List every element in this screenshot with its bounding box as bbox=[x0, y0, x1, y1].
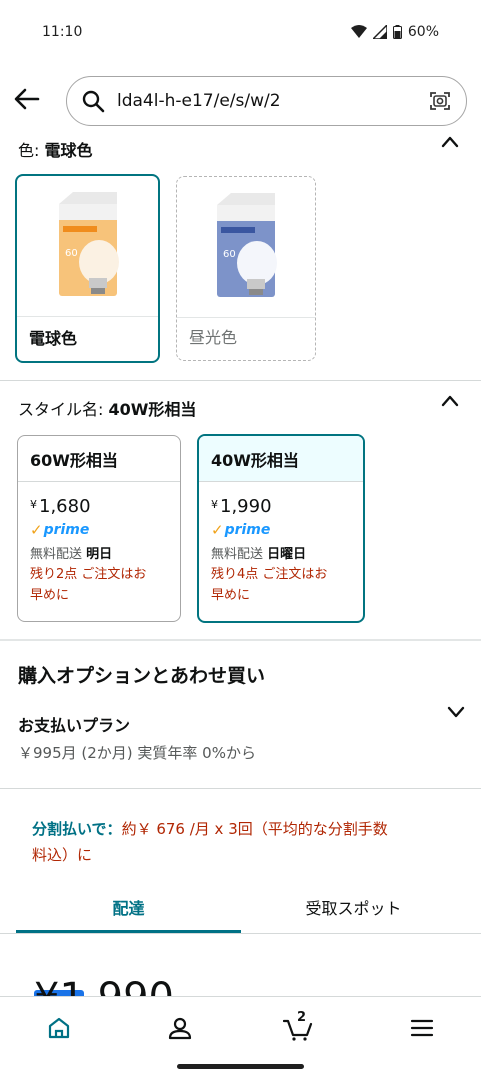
style-option-title: 40W形相当 bbox=[199, 436, 363, 482]
menu-icon bbox=[410, 1019, 434, 1037]
account-icon bbox=[168, 1017, 192, 1040]
stock-warning: 残り4点 ご注文はお 早めに bbox=[211, 564, 351, 606]
section-divider bbox=[0, 788, 481, 789]
payment-plan-title[interactable]: お支払いプラン bbox=[18, 712, 130, 736]
bulb-box-warm-image: 60 bbox=[58, 192, 119, 296]
stock-line-2: 早めに bbox=[211, 588, 251, 603]
home-icon bbox=[48, 1017, 70, 1039]
color-swatch-label: 昼光色 bbox=[189, 328, 238, 347]
status-bar: 11:10 60% bbox=[0, 0, 481, 64]
shipping-info: 無料配送 明日 bbox=[30, 543, 168, 562]
signal-icon bbox=[372, 25, 387, 39]
price-value: 1,990 bbox=[220, 496, 272, 517]
prime-badge: ✓ prime bbox=[30, 521, 168, 539]
nav-account[interactable] bbox=[165, 1013, 195, 1043]
shipping-label: 無料配送 bbox=[30, 547, 83, 562]
cart-count-badge: 2 bbox=[297, 1010, 307, 1025]
prime-label: prime bbox=[43, 522, 90, 538]
price-value: 1,680 bbox=[39, 496, 91, 517]
back-button[interactable] bbox=[12, 84, 42, 114]
search-box[interactable] bbox=[66, 76, 467, 126]
expand-payment-plan-chevron-down-icon[interactable] bbox=[446, 702, 466, 722]
style-option-price: ¥1,680 bbox=[30, 496, 168, 517]
battery-percent: 60% bbox=[407, 24, 439, 40]
shipping-day: 明日 bbox=[86, 547, 113, 562]
stock-line-1: 残り4点 ご注文はお bbox=[211, 567, 328, 582]
wifi-icon bbox=[350, 25, 367, 38]
back-arrow-icon bbox=[14, 88, 40, 110]
section-divider bbox=[0, 380, 481, 381]
bottom-navigation bbox=[0, 996, 481, 1056]
style-option-title: 60W形相当 bbox=[18, 436, 180, 482]
nav-menu[interactable] bbox=[407, 1013, 437, 1043]
color-swatch-label: 電球色 bbox=[29, 329, 78, 348]
section-divider bbox=[0, 639, 481, 641]
color-label-prefix: 色: bbox=[18, 141, 40, 160]
tab-pickup-spot[interactable]: 受取スポット bbox=[241, 882, 466, 932]
prime-badge: ✓ prime bbox=[211, 521, 351, 539]
bulb-box-daylight-image: 60 bbox=[217, 193, 277, 297]
status-time: 11:10 bbox=[42, 24, 83, 40]
purchase-options-heading: 購入オプションとあわせ買い bbox=[18, 665, 266, 687]
style-selected-value: 40W形相当 bbox=[108, 400, 197, 419]
search-icon bbox=[82, 90, 105, 113]
delivery-tabs: 配達 受取スポット bbox=[0, 882, 481, 934]
battery-icon bbox=[392, 25, 402, 39]
buybox-price: ¥1,990 bbox=[34, 975, 174, 998]
status-icons: 60% bbox=[350, 24, 439, 40]
currency-symbol: ¥ bbox=[30, 498, 37, 511]
shipping-label: 無料配送 bbox=[211, 547, 264, 562]
currency-symbol: ¥ bbox=[211, 498, 218, 511]
search-header bbox=[0, 72, 481, 130]
color-label: 色: 電球色 bbox=[18, 137, 93, 161]
installment-detail-2: 料込）に bbox=[32, 846, 93, 864]
installment-detail-1: 約￥ 676 /月 x 3回（平均的な分割手数 bbox=[121, 820, 388, 838]
stock-warning: 残り2点 ご注文はお 早めに bbox=[30, 564, 168, 606]
shipping-day: 日曜日 bbox=[267, 547, 307, 562]
prime-check-icon: ✓ bbox=[211, 521, 224, 539]
prime-label: prime bbox=[224, 522, 271, 538]
color-selected-value: 電球色 bbox=[44, 141, 93, 160]
search-input[interactable] bbox=[117, 91, 420, 111]
gesture-bar[interactable] bbox=[177, 1064, 304, 1069]
camera-search-icon[interactable] bbox=[428, 89, 452, 113]
collapse-color-chevron-up-icon[interactable] bbox=[440, 132, 460, 152]
style-option-60w[interactable]: 60W形相当 ¥1,680 ✓ prime 無料配送 明日 残り2点 ご注文はお早… bbox=[17, 435, 181, 622]
product-image-warm: 60 bbox=[17, 176, 158, 316]
collapse-style-chevron-up-icon[interactable] bbox=[440, 391, 460, 411]
payment-plan-summary: ￥995月 (2か月) 実質年率 0%から bbox=[18, 744, 256, 762]
stock-line-2: 早めに bbox=[30, 588, 70, 603]
style-label: スタイル名: 40W形相当 bbox=[18, 396, 196, 420]
stock-line-1: 残り2点 ご注文はお bbox=[30, 567, 147, 582]
installment-offer: 分割払いで：約￥ 676 /月 x 3回（平均的な分割手数料込）に bbox=[32, 816, 452, 868]
color-swatch-denkyu[interactable]: 60 電球色 bbox=[15, 174, 160, 363]
style-option-price: ¥1,990 bbox=[211, 496, 351, 517]
svg-text:60: 60 bbox=[223, 249, 236, 260]
style-option-40w[interactable]: 40W形相当 ¥1,990 ✓ prime 無料配送 日曜日 残り4点 ご注文はお… bbox=[197, 434, 365, 623]
shipping-info: 無料配送 日曜日 bbox=[211, 543, 351, 562]
prime-check-icon: ✓ bbox=[30, 521, 43, 539]
product-image-daylight: 60 bbox=[177, 177, 315, 317]
nav-home[interactable] bbox=[44, 1013, 74, 1043]
installment-lead: 分割払いで： bbox=[32, 820, 122, 838]
tab-delivery[interactable]: 配達 bbox=[16, 882, 241, 932]
svg-text:60: 60 bbox=[65, 248, 78, 259]
style-label-prefix: スタイル名: bbox=[18, 400, 104, 419]
color-swatch-chuukou[interactable]: 60 昼光色 bbox=[176, 176, 316, 361]
